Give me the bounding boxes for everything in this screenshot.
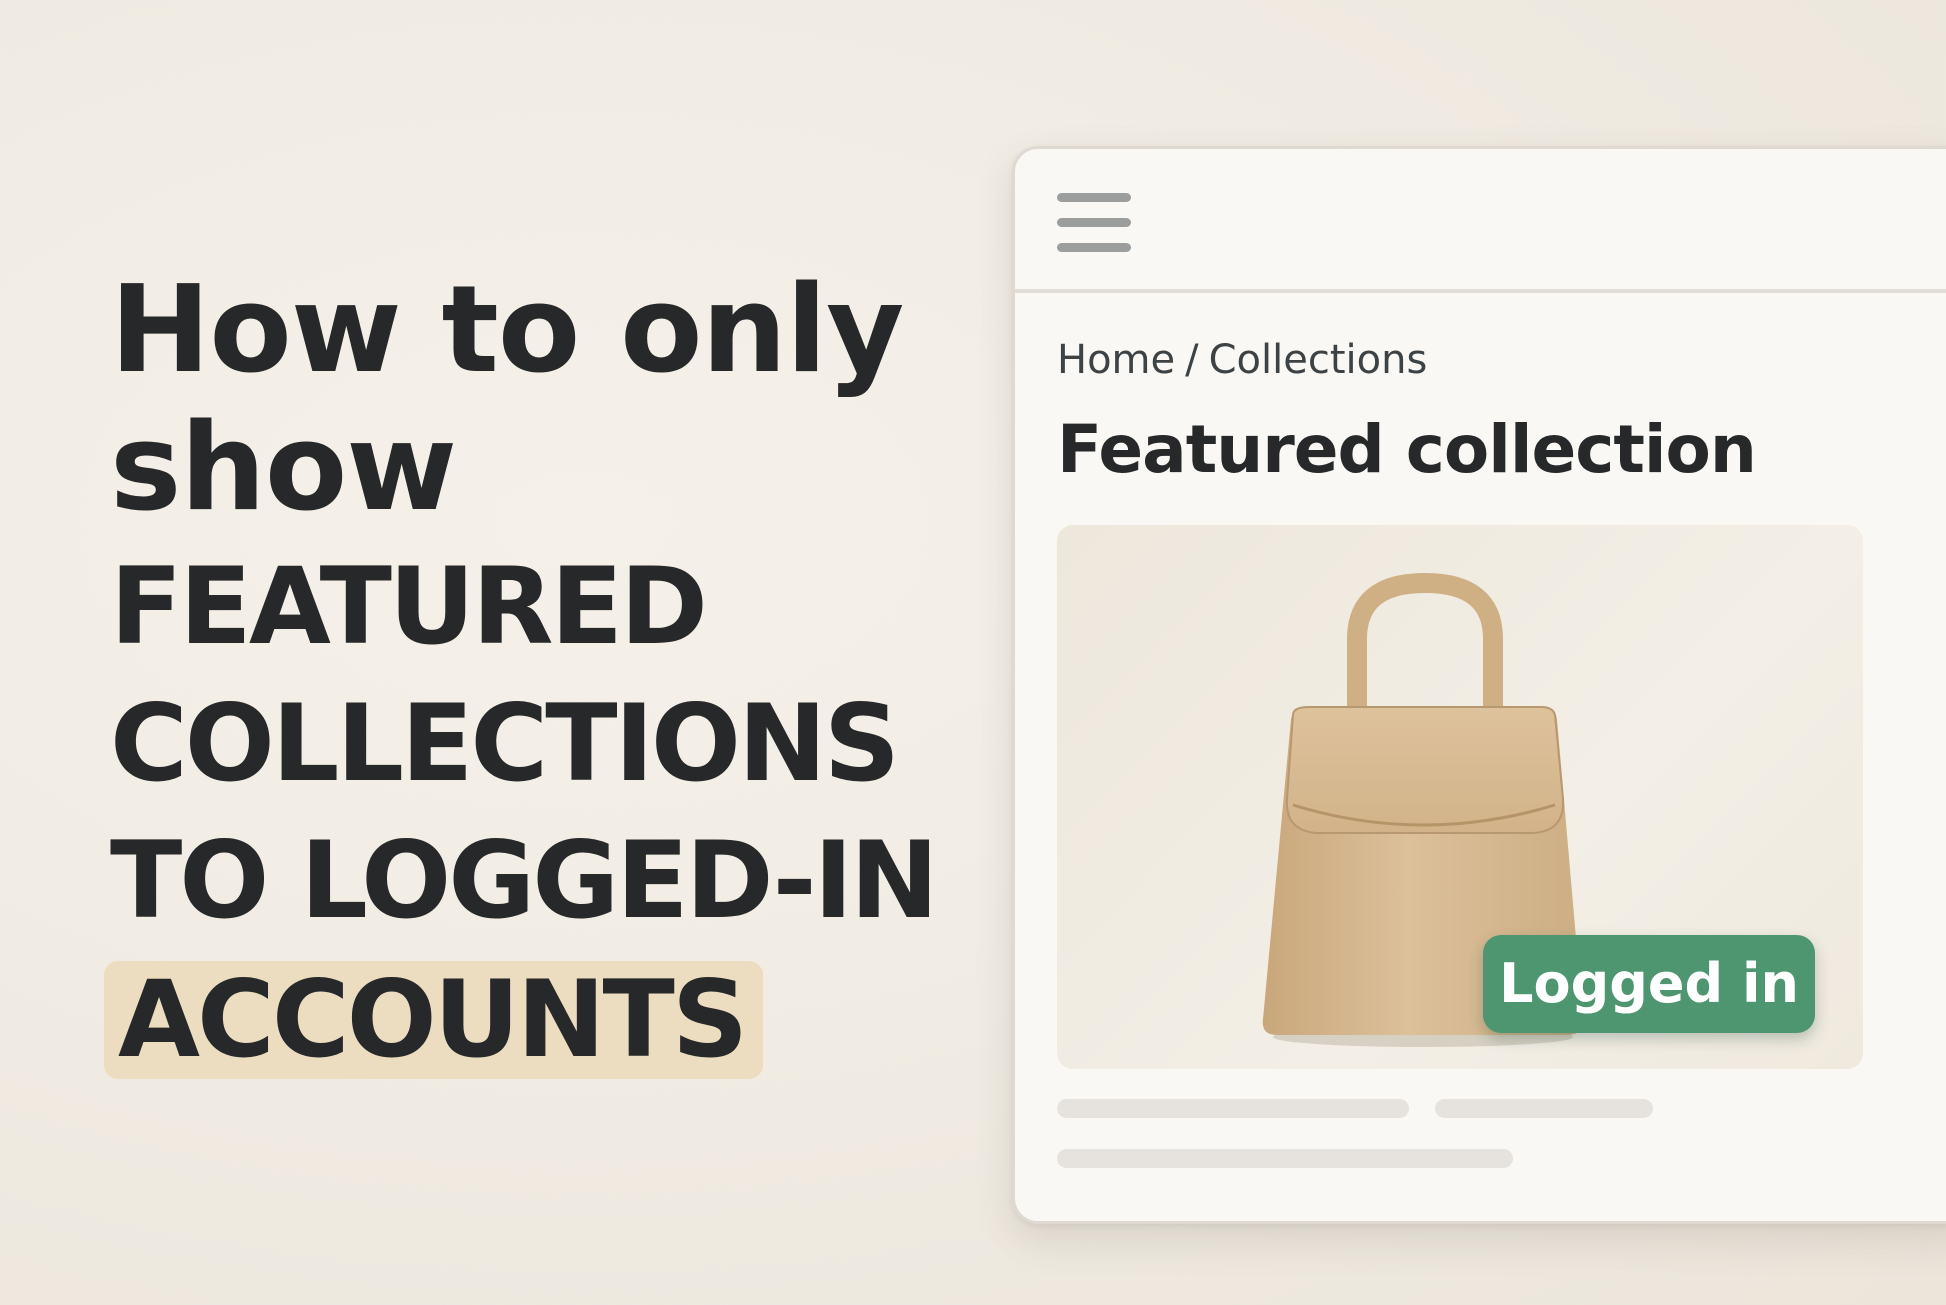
skeleton-line xyxy=(1057,1099,1409,1118)
window-header xyxy=(1015,149,1946,293)
headline-highlight: ACCOUNTS xyxy=(104,961,764,1079)
headline-line-5: TO LOGGED-IN xyxy=(110,819,939,942)
browser-window-mockup: Home / Collections Featured collection L… xyxy=(1012,146,1946,1224)
headline: How to only show FEATURED COLLECTIONS TO… xyxy=(104,261,990,1088)
headline-line-2: show xyxy=(110,399,457,538)
logged-in-badge: Logged in xyxy=(1483,935,1815,1033)
headline-line-1: How to only xyxy=(110,261,904,400)
hamburger-menu-icon[interactable] xyxy=(1057,193,1133,253)
headline-line-4: COLLECTIONS xyxy=(110,682,900,805)
headline-line-3: FEATURED xyxy=(110,545,708,668)
skeleton-line xyxy=(1435,1099,1653,1118)
page-title: Featured collection xyxy=(1057,411,1757,488)
breadcrumb-separator: / xyxy=(1185,337,1199,383)
breadcrumb-current: Collections xyxy=(1208,337,1428,383)
breadcrumb-home-link[interactable]: Home xyxy=(1057,337,1175,383)
product-card[interactable]: Logged in xyxy=(1057,525,1863,1069)
breadcrumb: Home / Collections xyxy=(1057,337,1427,383)
skeleton-line xyxy=(1057,1149,1513,1168)
